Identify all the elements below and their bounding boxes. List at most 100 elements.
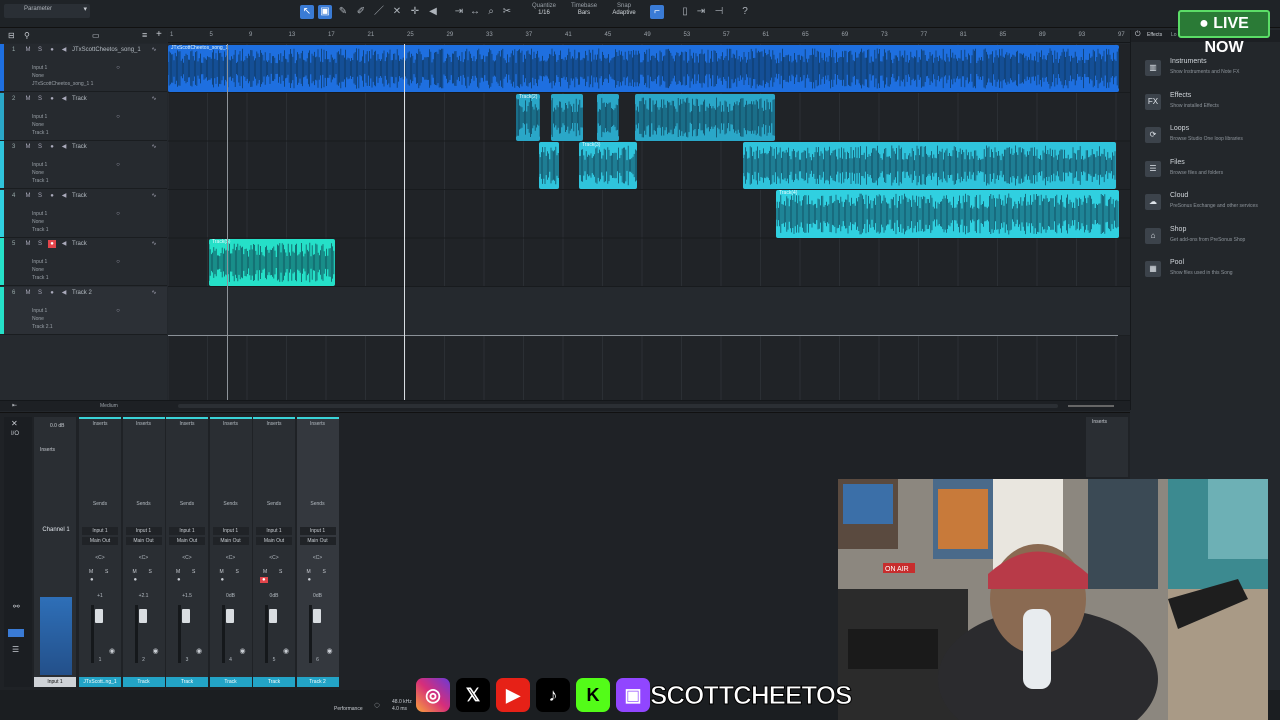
track-input[interactable]: Input 1 xyxy=(32,211,47,217)
browser-item-pool[interactable]: ▦ Pool Show files used in this Song xyxy=(1139,257,1279,287)
record-button[interactable]: ● xyxy=(48,289,56,297)
channel-output[interactable]: Main Out xyxy=(256,537,292,545)
channel-inserts[interactable]: Inserts xyxy=(297,421,339,427)
monitor-icon[interactable]: ◀ xyxy=(60,46,68,54)
mixer-tool-icon[interactable]: ⚯ xyxy=(13,602,20,611)
channel-solo[interactable]: S xyxy=(105,569,108,575)
browser-item-cloud[interactable]: ☁ Cloud PreSonus Exchange and other servic… xyxy=(1139,190,1279,220)
channel-sends[interactable]: Sends xyxy=(79,501,121,507)
channel-knob-icon[interactable]: ◉ xyxy=(109,647,115,655)
mute-button[interactable]: M xyxy=(24,289,32,297)
track-name[interactable]: Track xyxy=(72,193,87,199)
input-monitor-icon[interactable]: ○ xyxy=(114,210,122,218)
zoom-icon[interactable]: ⌕ xyxy=(484,5,498,19)
channel-output[interactable]: Main Out xyxy=(125,537,162,545)
input-monitor-icon[interactable]: ○ xyxy=(114,161,122,169)
automation-icon[interactable]: ∿ xyxy=(150,289,158,297)
zoom-preset[interactable]: Medium xyxy=(100,403,118,409)
channel-knob-icon[interactable]: ◉ xyxy=(196,647,202,655)
mute-button[interactable]: M xyxy=(24,95,32,103)
nudge-icon[interactable]: ⊣ xyxy=(712,5,726,19)
track-header-4[interactable]: 4 M S ● ◀ Track ∿ Input 1 None Track 1 ○ xyxy=(0,189,167,238)
fader-handle[interactable] xyxy=(95,609,103,623)
arrange-view[interactable]: JTxScottCheetos_song_1 Track(2) Track(3)… xyxy=(168,44,1130,400)
track-send[interactable]: None xyxy=(32,170,44,176)
fader-handle[interactable] xyxy=(138,609,147,623)
channel-inserts[interactable]: Inserts xyxy=(210,421,252,427)
mute-button[interactable]: M xyxy=(24,46,32,54)
clip-track-2b[interactable] xyxy=(551,94,583,141)
channel-record[interactable]: ● xyxy=(132,577,140,583)
monitor-icon[interactable]: ◀ xyxy=(60,289,68,297)
browser-item-shop[interactable]: ⌂ Shop Get add-ons from PreSonus Shop xyxy=(1139,224,1279,254)
channel-inserts[interactable]: Inserts xyxy=(253,421,295,427)
channel-output[interactable]: Main Out xyxy=(212,537,249,545)
clip-track-4[interactable]: Track(4) xyxy=(776,190,1119,238)
list-icon[interactable]: ≡ xyxy=(142,30,147,40)
channel-record[interactable]: ● xyxy=(219,577,227,583)
mixer-list-icon[interactable]: ☰ xyxy=(12,645,19,654)
track-output[interactable]: JTxScottCheetos_song_1 1 xyxy=(32,81,93,87)
range-tool-icon[interactable]: ▣ xyxy=(318,5,332,19)
monitor-icon[interactable]: ◀ xyxy=(60,240,68,248)
channel-mute[interactable]: M xyxy=(220,569,224,575)
channel-input[interactable]: Input 1 xyxy=(125,527,162,535)
monitor-icon[interactable]: ◀ xyxy=(60,143,68,151)
channel-input[interactable]: Input 1 xyxy=(82,527,118,535)
track-header-2[interactable]: 2 M S ● ◀ Track ∿ Input 1 None Track 1 ○ xyxy=(0,92,167,141)
wrench-icon[interactable]: ⚲ xyxy=(24,31,30,40)
channel-pan[interactable]: <C> xyxy=(79,555,121,561)
channel-knob-icon[interactable]: ◉ xyxy=(240,647,246,655)
track-output[interactable]: Track 1 xyxy=(32,275,48,281)
channel-pan[interactable]: <C> xyxy=(297,555,339,561)
channel-mute[interactable]: M xyxy=(176,569,180,575)
track-send[interactable]: None xyxy=(32,219,44,225)
add-track-icon[interactable]: + xyxy=(156,29,162,40)
channel-inserts[interactable]: Inserts xyxy=(123,421,165,427)
track-name[interactable]: JTxScottCheetos_song_1 xyxy=(72,47,141,53)
fader-handle[interactable] xyxy=(312,609,321,623)
automation-icon[interactable]: ∿ xyxy=(150,143,158,151)
timeline-ruler[interactable]: 1 5 9 13 17 21 25 29 33 37 41 45 49 53 57 61 65 69 73 77 81 8… xyxy=(168,30,1130,43)
tab-loops[interactable]: Lo xyxy=(1171,32,1177,38)
channel-pan[interactable]: <C> xyxy=(123,555,165,561)
browser-item-files[interactable]: ☰ Files Browse files and folders xyxy=(1139,157,1279,187)
mixer-view-icon[interactable] xyxy=(8,629,24,637)
expand-icon[interactable]: ⇤ xyxy=(12,402,17,409)
snap-control[interactable]: Snap Adaptive xyxy=(606,3,642,17)
fader-handle[interactable] xyxy=(269,609,277,623)
tab-effects[interactable]: Effects xyxy=(1147,32,1162,38)
split-tool-icon[interactable]: ✎ xyxy=(336,5,350,19)
clip-track-2d[interactable] xyxy=(635,94,775,141)
channel-mute[interactable]: M xyxy=(263,569,267,575)
channel-input[interactable]: Input 1 xyxy=(169,527,205,535)
help-button[interactable]: ? xyxy=(738,5,752,19)
channel-solo[interactable]: S xyxy=(323,569,326,575)
track-view-icon[interactable]: ▭ xyxy=(92,31,100,40)
scissors-icon[interactable]: ✂ xyxy=(500,5,514,19)
input-monitor-icon[interactable]: ○ xyxy=(114,307,122,315)
main-inserts[interactable]: Inserts xyxy=(40,447,55,453)
snap-toggle-icon[interactable]: ⌐ xyxy=(650,5,664,19)
channel-input[interactable]: Input 1 xyxy=(256,527,292,535)
clip-track-3a[interactable] xyxy=(539,142,559,189)
channel-solo[interactable]: S xyxy=(279,569,282,575)
solo-button[interactable]: S xyxy=(36,143,44,151)
clip-track-1[interactable]: JTxScottCheetos_song_1 xyxy=(168,45,1119,92)
monitor-icon[interactable]: ◀ xyxy=(60,192,68,200)
mixer-channel-4[interactable]: Inserts Sends Input 1 Main Out <C> M S ● 0dB ◉ 4 Tr… xyxy=(209,417,252,687)
track-name[interactable]: Track xyxy=(72,241,87,247)
track-input[interactable]: Input 1 xyxy=(32,162,47,168)
channel-knob-icon[interactable]: ◉ xyxy=(327,647,333,655)
mute-tool-icon[interactable]: ✕ xyxy=(390,5,404,19)
fader-handle[interactable] xyxy=(182,609,190,623)
paint-tool-icon[interactable]: ／ xyxy=(372,5,386,19)
monitor-icon[interactable]: ◀ xyxy=(60,95,68,103)
mixer-channel-6[interactable]: Inserts Sends Input 1 Main Out <C> M S ● 0dB ◉ 6 Tr… xyxy=(296,417,339,687)
channel-output[interactable]: Main Out xyxy=(299,537,336,545)
channel-mute[interactable]: M xyxy=(133,569,137,575)
track-6-lane[interactable] xyxy=(168,287,1130,335)
close-icon[interactable]: ✕ xyxy=(11,419,18,428)
fader-handle[interactable] xyxy=(225,609,234,623)
snap-left-icon[interactable]: ⇥ xyxy=(452,5,466,19)
